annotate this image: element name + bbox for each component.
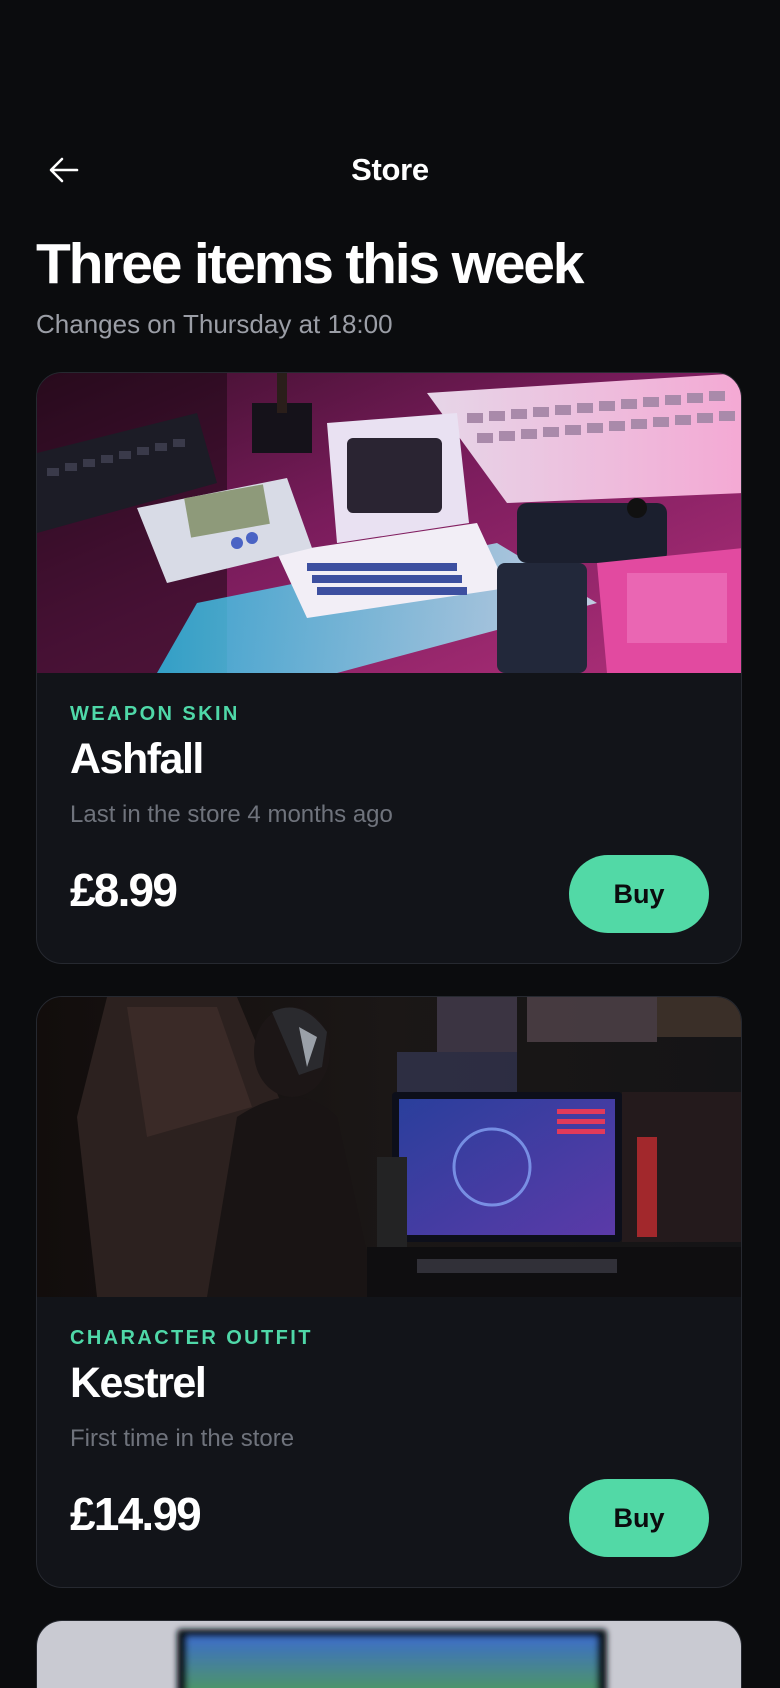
store-item-card[interactable]: WEAPON SKIN Ashfall Last in the store 4 … (36, 372, 742, 964)
item-category: CHARACTER OUTFIT (70, 1327, 313, 1349)
item-image-blurred-screen (37, 1621, 741, 1688)
store-item-card[interactable] (36, 1620, 742, 1688)
item-name: Ashfall (70, 735, 204, 783)
page-title: Store (351, 152, 429, 187)
item-availability-note: First time in the store (70, 1425, 295, 1452)
item-price: £8.99 (70, 864, 178, 916)
item-availability-note: Last in the store 4 months ago (70, 801, 393, 828)
item-image-gamer-setup (37, 997, 741, 1297)
store-item-card[interactable]: CHARACTER OUTFIT Kestrel First time in t… (36, 996, 742, 1588)
rotation-timer-text: Changes on Thursday at 18:00 (36, 309, 393, 339)
section-headline: Three items this week (36, 232, 584, 296)
item-name: Kestrel (70, 1359, 207, 1407)
item-category: WEAPON SKIN (70, 703, 240, 725)
buy-button[interactable]: Buy (569, 1479, 709, 1557)
item-price: £14.99 (70, 1488, 202, 1540)
buy-button[interactable]: Buy (569, 855, 709, 933)
item-image-retro-consoles (37, 373, 741, 673)
top-bar: Store (0, 140, 780, 200)
